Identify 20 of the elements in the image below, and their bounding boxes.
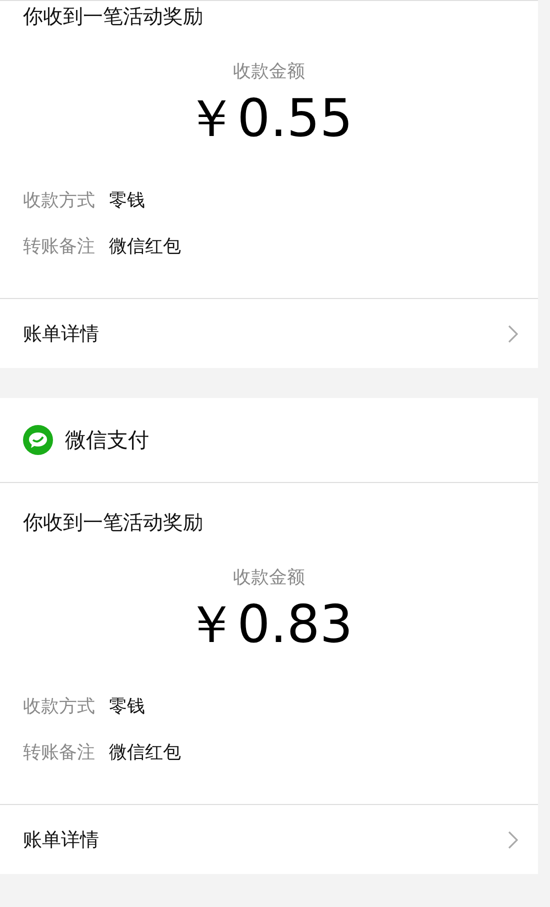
notice-title: 你收到一笔活动奖励 [23,3,204,30]
detail-label: 转账备注 [23,235,95,258]
chat-bubble-icon [23,425,53,456]
detail-label: 收款方式 [23,189,95,212]
amount-value: ￥0.55 [185,91,353,148]
detail-value: 微信红包 [109,741,181,764]
amount-label: 收款金额 [233,566,305,590]
notice-title: 你收到一笔活动奖励 [23,509,204,536]
chevron-icon [508,830,518,849]
detail-label: 收款方式 [23,695,95,718]
amount-value: ￥0.83 [185,597,353,654]
amount-label: 收款金额 [233,60,305,83]
detail-value: 零钱 [109,695,145,718]
bill-details-link[interactable]: 账单详情 [0,298,538,368]
header-title: 微信支付 [65,427,149,454]
detail-value: 微信红包 [109,235,181,258]
detail-value: 零钱 [109,189,145,212]
chevron-icon [508,324,518,343]
bill-details-link[interactable]: 账单详情 [0,804,538,874]
detail-label: 转账备注 [23,741,95,764]
